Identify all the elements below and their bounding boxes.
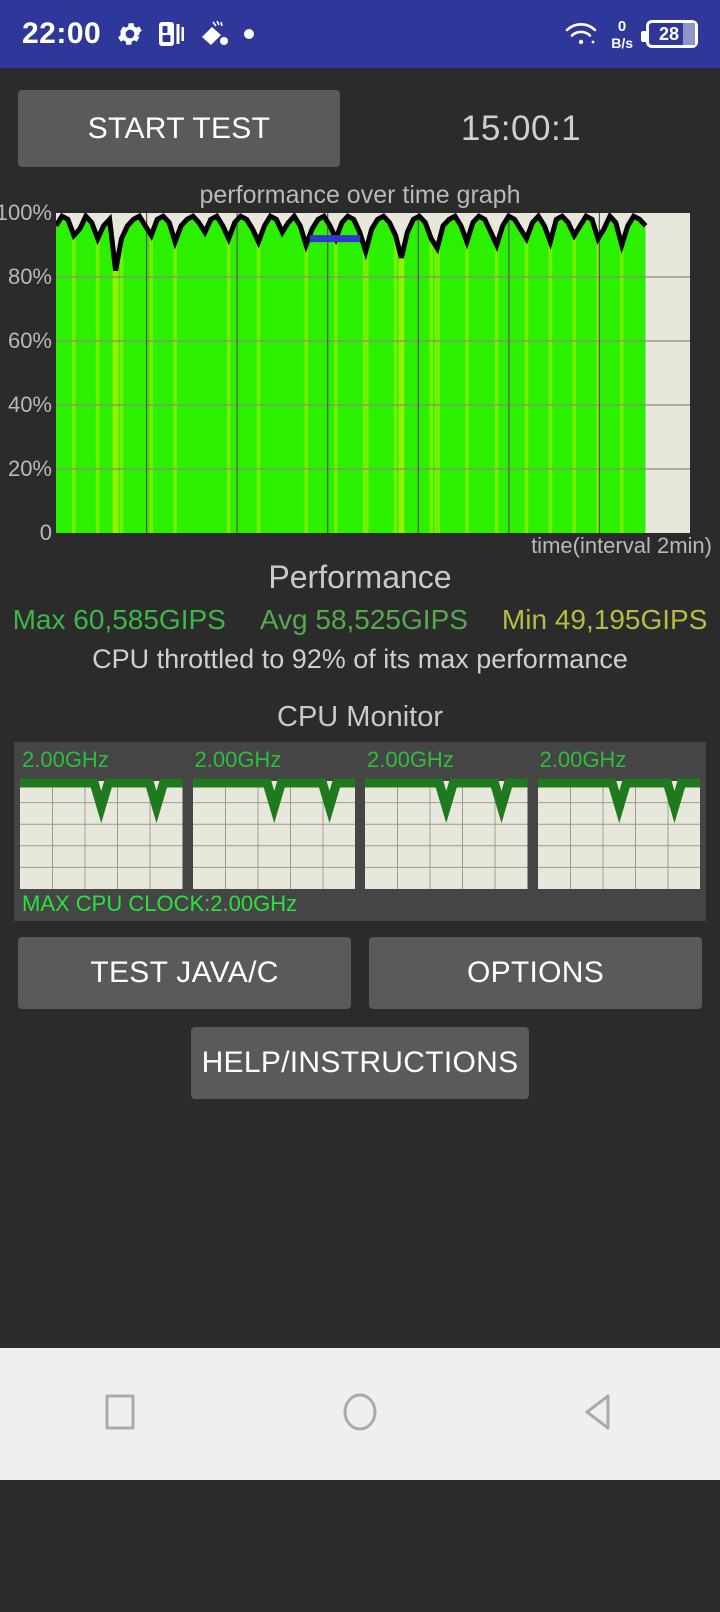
top-controls-row: START TEST 15:00:1 (0, 68, 720, 167)
chart-canvas (56, 213, 690, 533)
cpu-core-3: 2.00GHz (537, 747, 700, 890)
performance-chart: performance over time graph 100% 80% 60%… (0, 181, 720, 558)
cpu-core-list: 2.00GHz 2.00GHz 2.00GHz 2.00GHz (20, 747, 700, 890)
app-content: START TEST 15:00:1 performance over time… (0, 68, 720, 1480)
battery-icon: 28 (641, 20, 698, 48)
status-bar-right: 0 B/s 28 (564, 19, 698, 50)
help-button-row: HELP/INSTRUCTIONS (0, 1009, 720, 1100)
perf-max-value: Max 60,585GIPS (12, 604, 226, 635)
network-speed: 0 B/s (611, 19, 633, 50)
gear-icon (115, 19, 145, 49)
y-tick-0: 0 (39, 520, 52, 545)
cpu-core-2: 2.00GHz (365, 747, 528, 890)
network-speed-value: 0 (617, 17, 627, 35)
status-bar-left: 22:00 (22, 17, 255, 51)
cpu-core-3-freq: 2.00GHz (539, 747, 627, 772)
performance-stats-row: Max 60,585GIPS Avg 58,525GIPS Min 49,195… (0, 604, 720, 636)
cpu-core-1: 2.00GHz (192, 747, 355, 890)
y-tick-20: 20% (7, 456, 52, 481)
performance-section-title: Performance (268, 559, 452, 595)
cpu-core-2-freq: 2.00GHz (367, 747, 454, 772)
wifi-icon (564, 20, 598, 48)
options-button[interactable]: OPTIONS (369, 937, 702, 1010)
y-tick-40: 40% (7, 392, 52, 417)
y-tick-100: 100% (0, 200, 52, 225)
chart-y-axis: 100% 80% 60% 40% 20% 0 (0, 200, 52, 545)
status-clock: 22:00 (22, 17, 102, 50)
action-buttons-row: TEST JAVA/C OPTIONS (0, 921, 720, 1010)
battery-level: 28 (658, 23, 680, 44)
android-nav-bar (0, 1348, 720, 1480)
triangle-left-icon (578, 1390, 622, 1439)
square-icon (103, 1390, 137, 1439)
cpu-monitor-panel: 2.00GHz 2.00GHz 2.00GHz 2.00GHz MAX CPU CLO… (14, 742, 706, 922)
circle-icon (338, 1390, 382, 1439)
home-button[interactable] (300, 1348, 420, 1480)
status-bar: 22:00 0 B/s 28 (0, 0, 720, 68)
chart-plot-area (56, 213, 690, 533)
cpu-core-2-graph (365, 778, 528, 890)
cpu-core-0-freq: 2.00GHz (22, 747, 109, 772)
back-button[interactable] (540, 1348, 660, 1480)
start-test-button[interactable]: START TEST (18, 90, 340, 167)
test-timer: 15:00:1 (460, 108, 582, 148)
cpu-core-3-graph (537, 778, 700, 890)
cpu-monitor-title: CPU Monitor (277, 701, 443, 733)
help-instructions-button[interactable]: HELP/INSTRUCTIONS (191, 1027, 529, 1100)
test-java-c-button[interactable]: TEST JAVA/C (18, 937, 351, 1010)
recents-button[interactable] (60, 1348, 180, 1480)
max-cpu-clock-label: MAX CPU CLOCK:2.00GHz (22, 891, 298, 917)
cpu-core-0: 2.00GHz (20, 747, 183, 890)
battery-fill (683, 23, 695, 45)
perf-avg-value: Avg 58,525GIPS (259, 604, 468, 635)
chart-title: performance over time graph (199, 181, 521, 209)
network-speed-unit: B/s (611, 34, 633, 51)
cpu-core-1-freq: 2.00GHz (194, 747, 282, 772)
cpu-core-1-graph (192, 778, 355, 890)
perf-min-value: Min 49,195GIPS (501, 604, 708, 635)
pip-icon (159, 20, 185, 48)
throttle-status-text: CPU throttled to 92% of its max performa… (92, 644, 628, 674)
y-tick-60: 60% (7, 328, 52, 353)
brush-icon (199, 20, 229, 48)
cpu-core-0-graph (20, 778, 183, 890)
y-tick-80: 80% (7, 264, 52, 289)
dot-icon (243, 28, 255, 40)
chart-x-axis-label: time(interval 2min) (531, 533, 712, 558)
